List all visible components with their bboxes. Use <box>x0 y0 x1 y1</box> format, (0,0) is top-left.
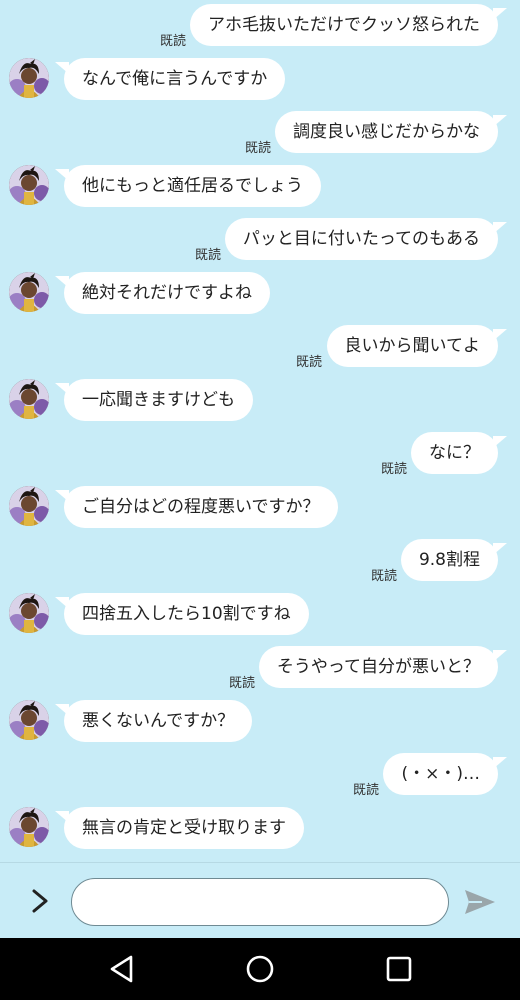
avatar[interactable] <box>9 806 49 847</box>
back-triangle-icon[interactable] <box>106 953 138 985</box>
home-circle-icon[interactable] <box>244 953 276 985</box>
avatar[interactable] <box>9 271 49 312</box>
sent-message-row: アホ毛抜いただけでクッソ怒られた 既読 <box>0 4 520 49</box>
received-message-bubble[interactable]: なんで俺に言うんですか <box>54 57 286 100</box>
received-message-row: なんで俺に言うんですか <box>0 57 520 102</box>
sent-message-bubble[interactable]: (・×・)… <box>383 753 507 795</box>
avatar[interactable] <box>9 485 49 526</box>
avatar[interactable] <box>9 592 49 633</box>
read-receipt: 既読 <box>194 248 221 263</box>
sent-message-row: 9.8割程 既読 <box>0 539 520 584</box>
sent-message-bubble[interactable]: パッと目に付いたってのもある <box>224 218 508 260</box>
read-receipt: 既読 <box>380 462 407 477</box>
chevron-right-icon[interactable] <box>26 885 54 917</box>
send-icon[interactable] <box>462 887 498 917</box>
avatar[interactable] <box>9 164 49 205</box>
received-message-bubble[interactable]: ご自分はどの程度悪いですか？ <box>55 485 338 528</box>
read-receipt: 既読 <box>352 783 379 798</box>
received-message-row: 絶対それだけですよね <box>0 271 520 316</box>
message-input[interactable] <box>71 878 449 926</box>
read-receipt: 既読 <box>159 34 186 49</box>
avatar[interactable] <box>9 57 49 98</box>
sent-message-row: 調度良い感じだからかな 既読 <box>0 111 520 156</box>
avatar[interactable] <box>9 378 49 419</box>
sent-message-row: パッと目に付いたってのもある 既読 <box>0 218 520 263</box>
sent-message-row: (・×・)… 既読 <box>0 753 520 798</box>
composer-bar <box>0 862 520 939</box>
sent-message-row: なに？ 既読 <box>0 432 520 477</box>
chat-area: アホ毛抜いただけでクッソ怒られた 既読 なんで俺に言うんですか 調度良い感じだからかな… <box>0 0 520 862</box>
sent-message-bubble[interactable]: そうやって自分が悪いと？ <box>258 646 508 688</box>
read-receipt: 既読 <box>228 676 255 691</box>
android-nav-bar <box>0 938 520 1000</box>
received-message-row: ご自分はどの程度悪いですか？ <box>0 485 520 530</box>
received-message-bubble[interactable]: 絶対それだけですよね <box>55 271 270 314</box>
received-message-row: 他にもっと適任居るでしょう <box>0 164 520 209</box>
received-message-bubble[interactable]: 四捨五入したら10割ですね <box>55 592 309 635</box>
sent-message-row: 良いから聞いてよ 既読 <box>0 325 520 370</box>
sent-message-bubble[interactable]: 良いから聞いてよ <box>326 325 507 367</box>
received-message-bubble[interactable]: 無言の肯定と受け取ります <box>55 806 304 849</box>
received-message-bubble[interactable]: 悪くないんですか？ <box>54 699 253 742</box>
read-receipt: 既読 <box>244 141 271 156</box>
sent-message-bubble[interactable]: 調度良い感じだからかな <box>275 111 507 153</box>
received-message-row: 無言の肯定と受け取ります <box>0 806 520 851</box>
recents-square-icon[interactable] <box>383 953 415 985</box>
received-message-row: 四捨五入したら10割ですね <box>0 592 520 637</box>
received-message-row: 悪くないんですか？ <box>0 699 520 744</box>
sent-message-bubble[interactable]: 9.8割程 <box>400 539 508 581</box>
read-receipt: 既読 <box>370 569 397 584</box>
avatar[interactable] <box>9 699 49 740</box>
sent-message-bubble[interactable]: アホ毛抜いただけでクッソ怒られた <box>190 4 507 46</box>
received-message-bubble[interactable]: 一応聞きますけども <box>55 378 253 421</box>
sent-message-bubble[interactable]: なに？ <box>411 432 507 474</box>
received-message-bubble[interactable]: 他にもっと適任居るでしょう <box>55 164 321 207</box>
sent-message-row: そうやって自分が悪いと？ 既読 <box>0 646 520 691</box>
read-receipt: 既読 <box>295 355 322 370</box>
received-message-row: 一応聞きますけども <box>0 378 520 423</box>
